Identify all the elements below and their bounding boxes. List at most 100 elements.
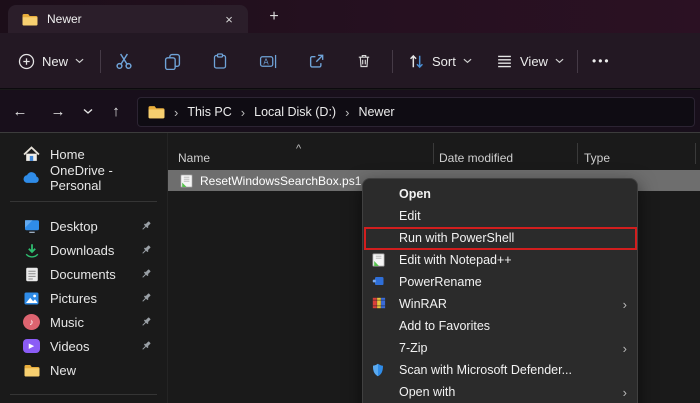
sidebar-item-pictures[interactable]: Pictures (0, 286, 167, 310)
menu-item-label: WinRAR (399, 297, 447, 311)
new-button-label: New (42, 53, 69, 69)
share-button[interactable] (298, 44, 334, 78)
document-icon (23, 267, 40, 282)
menu-item-powerrename[interactable]: PowerRename (363, 271, 637, 293)
breadcrumb-chevron: › (240, 104, 246, 120)
menu-item-winrar[interactable]: WinRAR › (363, 293, 637, 315)
menu-item-label: Add to Favorites (399, 319, 491, 333)
command-toolbar: New A Sort View ••• (0, 33, 700, 89)
menu-item-edit[interactable]: Edit (363, 205, 637, 227)
file-explorer-window: Newer × + New A Sort View ••• ← → ↑ › Th… (0, 0, 700, 403)
rename-button[interactable]: A (250, 44, 286, 78)
copy-icon (164, 53, 181, 70)
copy-button[interactable] (154, 44, 190, 78)
sidebar-item-documents[interactable]: Documents (0, 262, 167, 286)
toolbar-separator (577, 50, 578, 73)
rename-icon: A (259, 54, 278, 69)
submenu-arrow-icon: › (622, 340, 627, 356)
file-name: ResetWindowsSearchBox.ps1 (200, 173, 362, 188)
plus-circle-icon (18, 53, 35, 70)
menu-item-7zip[interactable]: 7-Zip › (363, 337, 637, 359)
pin-icon (140, 292, 152, 304)
view-lines-icon (496, 54, 513, 69)
sidebar-item-downloads[interactable]: Downloads (0, 238, 167, 262)
cut-button[interactable] (106, 44, 142, 78)
notepadpp-icon (372, 253, 387, 267)
sidebar-separator (10, 201, 157, 202)
sort-button[interactable]: Sort (400, 43, 480, 79)
sidebar-item-label: Pictures (50, 290, 97, 306)
column-header-date-modified[interactable]: Date modified (439, 151, 513, 165)
menu-item-edit-with-notepadpp[interactable]: Edit with Notepad++ (363, 249, 637, 271)
close-tab-icon[interactable]: × (220, 10, 238, 28)
menu-item-label: Scan with Microsoft Defender... (399, 363, 572, 377)
sidebar-item-label: Music (50, 314, 84, 330)
sidebar-item-videos[interactable]: ▶ Videos (0, 334, 167, 358)
menu-item-run-with-powershell[interactable]: Run with PowerShell (363, 227, 637, 249)
cut-icon (115, 52, 133, 70)
view-button[interactable]: View (488, 43, 572, 79)
column-header-row: Name ^ Date modified Type (168, 140, 700, 165)
delete-button[interactable] (346, 44, 382, 78)
pin-icon (140, 316, 152, 328)
navigation-bar: ← → ↑ › This PC › Local Disk (D:) › Newe… (0, 90, 700, 133)
menu-item-open[interactable]: Open (363, 183, 637, 205)
home-icon (23, 146, 40, 162)
toolbar-separator (100, 50, 101, 73)
pictures-icon (23, 292, 40, 305)
more-options-button[interactable]: ••• (584, 43, 619, 79)
sidebar-item-new[interactable]: New (0, 358, 167, 382)
sidebar-item-onedrive[interactable]: OneDrive - Personal (0, 163, 167, 193)
pin-icon (140, 220, 152, 232)
new-tab-button[interactable]: + (262, 6, 286, 28)
folder-icon (21, 13, 38, 26)
column-separator[interactable] (577, 143, 578, 164)
pin-icon (140, 244, 152, 256)
winrar-icon (372, 297, 387, 309)
explorer-tab[interactable]: Newer × (8, 5, 248, 33)
menu-item-add-to-favorites[interactable]: Add to Favorites (363, 315, 637, 337)
column-header-name[interactable]: Name (178, 151, 210, 165)
titlebar: Newer × + (0, 0, 700, 33)
new-button[interactable]: New (10, 43, 92, 79)
up-button[interactable]: ↑ (102, 97, 130, 125)
menu-item-open-with[interactable]: Open with › (363, 381, 637, 403)
sidebar-item-label: Home (50, 146, 85, 162)
menu-item-label: Edit (399, 209, 421, 223)
menu-item-label: Open with (399, 385, 456, 399)
submenu-arrow-icon: › (622, 384, 627, 400)
menu-item-scan-with-defender[interactable]: Scan with Microsoft Defender... (363, 359, 637, 381)
tab-title: Newer (47, 12, 82, 26)
sidebar-separator (10, 394, 157, 395)
column-separator[interactable] (695, 143, 696, 164)
sidebar-item-label: OneDrive - Personal (50, 163, 113, 193)
menu-item-label: PowerRename (399, 275, 482, 289)
breadcrumb-segment-newer[interactable]: Newer (358, 105, 394, 119)
column-header-type[interactable]: Type (584, 151, 610, 165)
breadcrumb-segment-this-pc[interactable]: This PC (187, 105, 231, 119)
desktop-icon (23, 219, 40, 233)
address-bar[interactable]: › This PC › Local Disk (D:) › Newer (137, 97, 695, 127)
sidebar-item-label: New (50, 362, 77, 378)
trash-icon (356, 53, 372, 69)
menu-item-label: Open (399, 187, 431, 201)
column-separator[interactable] (433, 143, 434, 164)
defender-icon (372, 363, 387, 377)
chevron-down-icon (555, 58, 564, 64)
pin-icon (140, 340, 152, 352)
pin-icon (140, 268, 152, 280)
sidebar-item-desktop[interactable]: Desktop (0, 214, 167, 238)
menu-item-label: 7-Zip (399, 341, 428, 355)
paste-button[interactable] (202, 44, 238, 78)
breadcrumb-segment-local-disk[interactable]: Local Disk (D:) (254, 105, 336, 119)
paste-icon (212, 53, 228, 69)
svg-text:A: A (263, 57, 269, 66)
chevron-down-icon (75, 58, 84, 64)
powerrename-icon (372, 275, 387, 287)
sort-arrows-icon (408, 54, 425, 69)
sidebar-item-music[interactable]: ♪ Music (0, 310, 167, 334)
back-button[interactable]: ← (6, 97, 34, 125)
forward-button[interactable]: → (44, 97, 72, 125)
recent-locations-button[interactable] (74, 97, 102, 125)
context-menu: Open Edit Run with PowerShell Edit with … (362, 178, 638, 403)
